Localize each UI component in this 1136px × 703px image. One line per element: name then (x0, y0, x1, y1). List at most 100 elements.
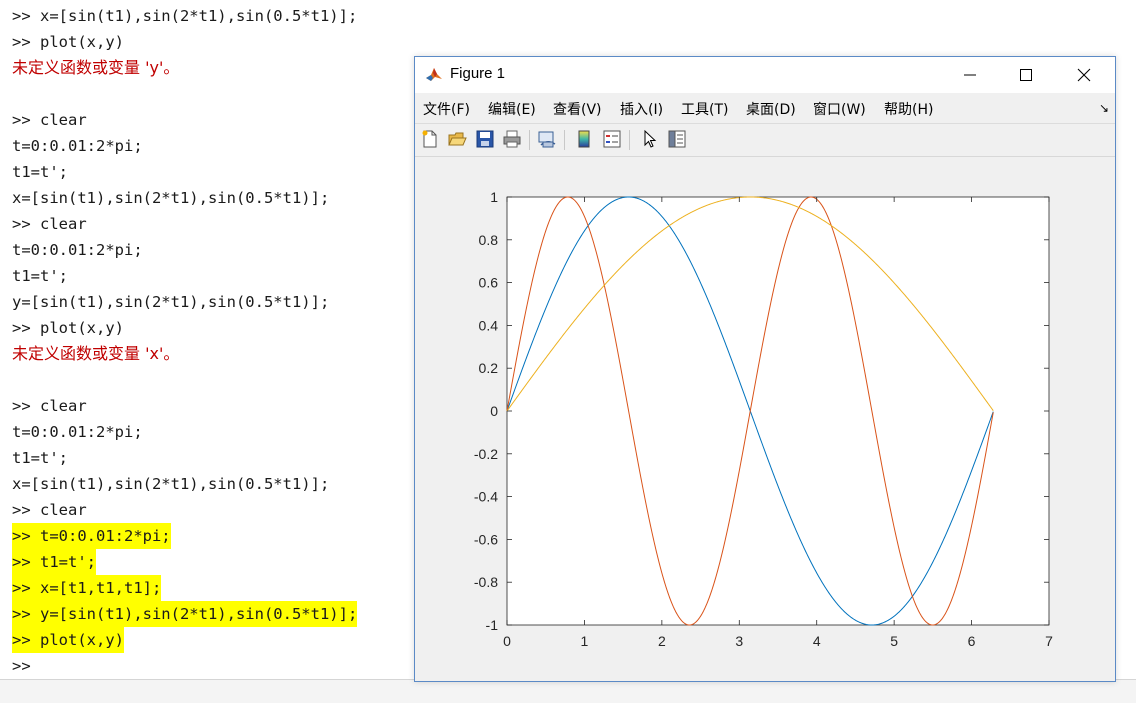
console-line-text: >> x=[t1,t1,t1]; (12, 575, 162, 601)
menu-view[interactable]: 查看(V) (553, 99, 602, 119)
console-line: x=[sin(t1),sin(2*t1),sin(0.5*t1)]; (12, 185, 329, 211)
y-tick-label: -0.8 (474, 574, 498, 590)
console-line-text: >> t1=t'; (12, 549, 96, 575)
close-button[interactable] (1061, 57, 1107, 93)
x-tick-label: 1 (581, 633, 589, 649)
toolbar-separator (529, 130, 530, 150)
open-file-icon[interactable] (446, 128, 468, 150)
console-error-line: 未定义函数或变量 'x'。 (12, 341, 179, 367)
x-tick-label: 5 (890, 633, 898, 649)
console-line: t1=t'; (12, 445, 68, 471)
console-line: >> plot(x,y) (12, 29, 124, 55)
console-line: y=[sin(t1),sin(2*t1),sin(0.5*t1)]; (12, 289, 329, 315)
console-gutter (0, 0, 8, 702)
console-line: >> x=[sin(t1),sin(2*t1),sin(0.5*t1)]; (12, 3, 357, 29)
console-line: >> clear (12, 211, 87, 237)
console-line-text: >> t=0:0.01:2*pi; (12, 523, 171, 549)
console-line-text: >> plot(x,y) (12, 319, 124, 337)
console-line-text: y=[sin(t1),sin(2*t1),sin(0.5*t1)]; (12, 293, 330, 311)
console-line-text: t=0:0.01:2*pi; (12, 137, 143, 155)
x-tick-label: 7 (1045, 633, 1053, 649)
menu-tools[interactable]: 工具(T) (681, 99, 728, 119)
console-line-text: t1=t'; (12, 449, 68, 467)
console-line-text: >> y=[sin(t1),sin(2*t1),sin(0.5*t1)]; (12, 601, 358, 627)
console-line-text: x=[sin(t1),sin(2*t1),sin(0.5*t1)]; (12, 189, 330, 207)
y-tick-label: -1 (486, 617, 499, 633)
minimize-button[interactable] (947, 57, 993, 93)
console-line: t=0:0.01:2*pi; (12, 133, 143, 159)
console-line-text: 未定义函数或变量 'x'。 (12, 344, 180, 363)
console-line: >> plot(x,y) (12, 315, 124, 341)
y-tick-label: 0.2 (479, 360, 499, 376)
link-plot-icon[interactable] (536, 128, 558, 150)
y-tick-label: 1 (490, 189, 498, 205)
close-icon (1077, 68, 1091, 82)
figure-titlebar[interactable]: Figure 1 (415, 57, 1115, 93)
y-tick-label: -0.4 (474, 489, 498, 505)
plot-canvas[interactable]: 0 1 2 3 4 5 6 7 -1 -0.8 -0.6 -0.4 -0.2 0 0.2 0.4 0.6 0.8 1 (415, 157, 1115, 681)
y-tick-label: 0.8 (479, 232, 499, 248)
legend-icon[interactable] (601, 128, 623, 150)
menu-overflow-icon[interactable]: ↘ (1099, 101, 1109, 115)
console-line: >> clear (12, 107, 87, 133)
y-tick-label: -0.2 (474, 446, 498, 462)
new-figure-icon[interactable] (419, 128, 441, 150)
console-line: t=0:0.01:2*pi; (12, 237, 143, 263)
console-line-text: >> plot(x,y) (12, 627, 124, 653)
console-status-strip (0, 679, 1136, 703)
x-tick-label: 6 (968, 633, 976, 649)
line-chart: 0 1 2 3 4 5 6 7 -1 -0.8 -0.6 -0.4 -0.2 0 0.2 0.4 0.6 0.8 1 (474, 189, 1053, 649)
console-line-text: t1=t'; (12, 163, 68, 181)
console-line: >> y=[sin(t1),sin(2*t1),sin(0.5*t1)]; (12, 601, 358, 627)
console-line-text: >> clear (12, 111, 87, 129)
toolbar-separator (629, 130, 630, 150)
console-line-text: t=0:0.01:2*pi; (12, 423, 143, 441)
console-line-text: >> (12, 657, 31, 675)
x-tick-label: 3 (735, 633, 743, 649)
y-tick-label: 0.4 (479, 317, 499, 333)
print-icon[interactable] (501, 128, 523, 150)
maximize-button[interactable] (1003, 57, 1049, 93)
menu-window[interactable]: 窗口(W) (813, 99, 866, 119)
menu-bar: 文件(F) 编辑(E) 查看(V) 插入(I) 工具(T) 桌面(D) 窗口(W… (415, 95, 1115, 121)
x-tick-label: 4 (813, 633, 821, 649)
console-line-text: t=0:0.01:2*pi; (12, 241, 143, 259)
figure-toolbar (415, 123, 1115, 157)
console-line: >> (12, 653, 31, 679)
console-line: >> plot(x,y) (12, 627, 124, 653)
menu-insert[interactable]: 插入(I) (620, 99, 663, 119)
console-line: >> x=[t1,t1,t1]; (12, 575, 162, 601)
console-line-text: >> plot(x,y) (12, 33, 124, 51)
console-line-text: >> clear (12, 501, 87, 519)
console-line: t1=t'; (12, 159, 68, 185)
console-line: >> clear (12, 393, 87, 419)
console-line-text: >> clear (12, 215, 87, 233)
console-line: >> t1=t'; (12, 549, 96, 575)
toolbar-separator (564, 130, 565, 150)
colorbar-icon[interactable] (573, 128, 595, 150)
figure-title: Figure 1 (450, 65, 506, 82)
axes-background (506, 196, 1050, 626)
menu-help[interactable]: 帮助(H) (884, 99, 933, 119)
console-line: t1=t'; (12, 263, 68, 289)
console-line-text: t1=t'; (12, 267, 68, 285)
menu-desktop[interactable]: 桌面(D) (746, 99, 796, 119)
y-tick-label: -0.6 (474, 531, 498, 547)
console-line: x=[sin(t1),sin(2*t1),sin(0.5*t1)]; (12, 471, 329, 497)
console-line: >> t=0:0.01:2*pi; (12, 523, 171, 549)
y-tick-label: 0 (490, 403, 498, 419)
pointer-icon[interactable] (639, 128, 661, 150)
property-inspector-icon[interactable] (666, 128, 688, 150)
maximize-icon (1020, 69, 1032, 81)
console-line: >> clear (12, 497, 87, 523)
console-error-line: 未定义函数或变量 'y'。 (12, 55, 179, 81)
save-icon[interactable] (474, 128, 496, 150)
x-tick-label: 0 (503, 633, 511, 649)
menu-file[interactable]: 文件(F) (423, 99, 470, 119)
y-tick-label: 0.6 (479, 275, 499, 291)
figure-window[interactable]: Figure 1 文件(F) 编辑(E) 查看(V) 插入(I) 工具(T) 桌… (414, 56, 1116, 682)
x-tick-label: 2 (658, 633, 666, 649)
menu-edit[interactable]: 编辑(E) (488, 99, 536, 119)
minimize-icon (964, 74, 976, 76)
matlab-logo-icon (425, 66, 443, 84)
